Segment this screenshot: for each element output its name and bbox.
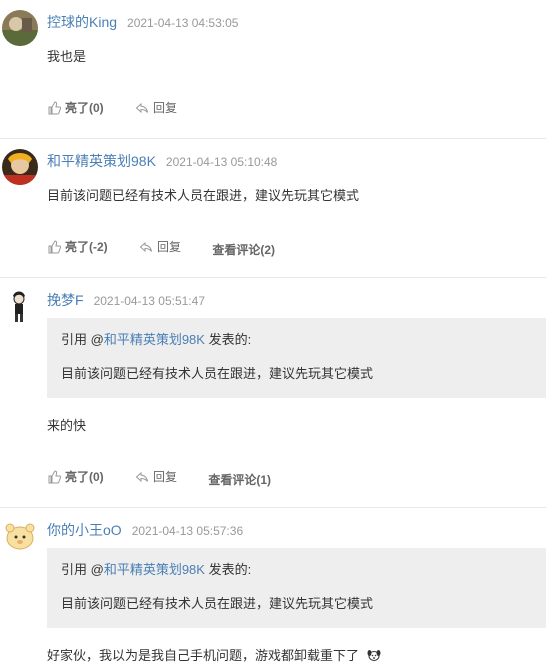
- like-button[interactable]: 亮了(0): [47, 99, 104, 116]
- comment-header: 挽梦F 2021-04-13 05:51:47: [47, 290, 205, 310]
- reply-icon: [139, 241, 153, 252]
- reply-button[interactable]: 回复: [135, 468, 177, 485]
- view-comments-label: 查看评论(2): [212, 242, 276, 257]
- comment-header: 控球的King 2021-04-13 04:53:05: [47, 12, 238, 32]
- like-button[interactable]: 亮了(0): [47, 468, 104, 485]
- view-comments-button[interactable]: 查看评论(2): [212, 241, 275, 258]
- timestamp: 2021-04-13 05:57:36: [131, 524, 244, 538]
- reply-label: 回复: [153, 470, 178, 484]
- comment-actions: 亮了(0) 回复 查看评论(1): [47, 468, 299, 488]
- quote-suffix: 发表的:: [204, 332, 252, 347]
- timestamp: 2021-04-13 05:10:48: [165, 155, 278, 169]
- username[interactable]: 你的小王oO: [47, 522, 122, 538]
- avatar[interactable]: [2, 149, 38, 185]
- comment-actions: 亮了(-2) 回复 查看评论(2): [47, 238, 303, 258]
- comment-actions: 亮了(0) 回复: [47, 99, 205, 118]
- quote-block: 引用 @和平精英策划98K 发表的: 目前该问题已经有技术人员在跟进，建议先玩其…: [47, 548, 546, 628]
- username[interactable]: 控球的King: [47, 14, 117, 30]
- like-icon: [48, 100, 61, 114]
- view-comments-button[interactable]: 查看评论(1): [208, 471, 271, 488]
- comment-text-content: 好家伙，我以为是我自己手机问题，游戏都卸载重下了: [47, 648, 360, 663]
- like-icon: [48, 239, 61, 253]
- comment-item: 控球的King 2021-04-13 04:53:05 我也是 亮了(0) 回复: [0, 0, 546, 139]
- reply-button[interactable]: 回复: [135, 99, 177, 116]
- comment-text: 目前该问题已经有技术人员在跟进，建议先玩其它模式: [47, 188, 360, 203]
- quote-ref-user[interactable]: 和平精英策划98K: [104, 332, 205, 347]
- username[interactable]: 挽梦F: [47, 292, 84, 308]
- comment-item: 挽梦F 2021-04-13 05:51:47 引用 @和平精英策划98K 发表的…: [0, 278, 546, 508]
- comment-text: 我也是: [47, 49, 87, 64]
- dog-emoji-icon: [367, 650, 381, 661]
- username[interactable]: 和平精英策划98K: [47, 153, 156, 169]
- quote-prefix: 引用 @: [61, 332, 104, 347]
- quote-ref-user[interactable]: 和平精英策划98K: [104, 562, 205, 577]
- quote-block: 引用 @和平精英策划98K 发表的: 目前该问题已经有技术人员在跟进，建议先玩其…: [47, 318, 546, 398]
- quote-prefix: 引用 @: [61, 562, 104, 577]
- comment-item: 你的小王oO 2021-04-13 05:57:36 引用 @和平精英策划98K …: [0, 508, 546, 665]
- reply-label: 回复: [153, 101, 178, 115]
- timestamp: 2021-04-13 04:53:05: [127, 16, 239, 30]
- quote-suffix: 发表的:: [204, 562, 252, 577]
- comment-item: 和平精英策划98K 2021-04-13 05:10:48 目前该问题已经有技术人…: [0, 139, 546, 278]
- avatar[interactable]: [2, 10, 38, 46]
- reply-icon: [135, 102, 149, 113]
- avatar[interactable]: [2, 288, 38, 324]
- like-icon: [48, 469, 61, 483]
- like-label: 亮了(0): [65, 101, 104, 115]
- quote-text: 目前该问题已经有技术人员在跟进，建议先玩其它模式: [61, 366, 374, 381]
- reply-icon: [135, 471, 149, 482]
- reply-button[interactable]: 回复: [139, 238, 181, 255]
- comment-text: 好家伙，我以为是我自己手机问题，游戏都卸载重下了: [47, 645, 381, 664]
- quote-header: 引用 @和平精英策划98K 发表的:: [61, 329, 251, 348]
- avatar[interactable]: [2, 518, 38, 554]
- like-button[interactable]: 亮了(-2): [47, 238, 108, 255]
- quote-header: 引用 @和平精英策划98K 发表的:: [61, 559, 251, 578]
- comment-text: 来的快: [47, 418, 87, 433]
- quote-text: 目前该问题已经有技术人员在跟进，建议先玩其它模式: [61, 596, 374, 611]
- view-comments-label: 查看评论(1): [208, 472, 272, 487]
- like-label: 亮了(0): [65, 470, 104, 484]
- reply-label: 回复: [157, 240, 182, 254]
- like-label: 亮了(-2): [65, 240, 108, 254]
- timestamp: 2021-04-13 05:51:47: [93, 294, 205, 308]
- comment-header: 和平精英策划98K 2021-04-13 05:10:48: [47, 151, 277, 171]
- comment-header: 你的小王oO 2021-04-13 05:57:36: [47, 520, 243, 540]
